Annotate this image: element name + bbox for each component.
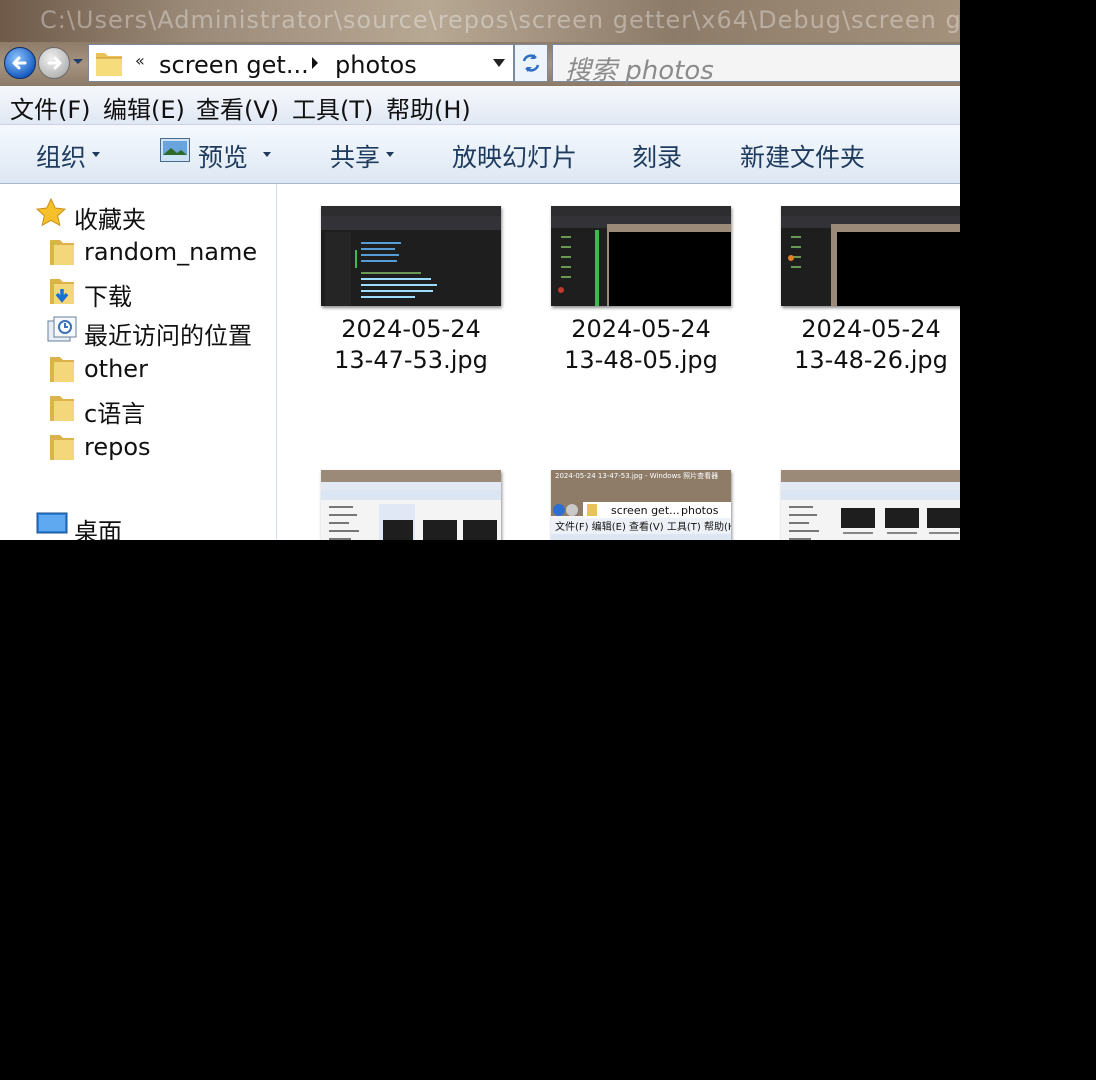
menu-tools[interactable]: 工具(T) [292,90,373,125]
menu-file[interactable]: 文件(F) [10,90,91,125]
file-thumbnail[interactable]: 2024-05-24 13-47-53.jpg - Windows 照片查看器 … [551,470,735,540]
folder-icon [50,357,74,382]
folder-icon [96,53,122,76]
search-box[interactable]: 搜索 photos [552,44,960,86]
code-editor-preview-icon [321,206,501,306]
file-thumbnail[interactable] [321,470,501,540]
breadcrumb-separator-icon[interactable] [311,57,319,69]
file-thumbnail[interactable] [321,206,501,306]
nav-item-c-language[interactable]: c语言 [84,394,145,429]
breadcrumb-screen-getter[interactable]: screen get... [159,51,309,79]
explorer-preview-icon [781,470,960,540]
file-list: 2024-05-24 13-47-53.jpg 2024-05-24 13-48… [277,184,960,540]
dark-window-preview-icon [551,206,731,306]
arrow-left-icon [12,56,27,70]
burn-button[interactable]: 刻录 [632,138,682,174]
back-button[interactable] [4,47,36,79]
overflow-chevron[interactable]: « [135,51,145,70]
nav-item-downloads[interactable]: 下载 [84,277,132,312]
slideshow-button[interactable]: 放映幻灯片 [452,138,577,174]
preview-button[interactable]: 预览 [198,138,248,174]
file-thumbnail[interactable] [551,206,731,306]
refresh-icon [522,54,540,72]
chevron-down-icon[interactable] [92,152,100,157]
recent-places-icon [47,316,77,342]
nav-item-recent-places[interactable]: 最近访问的位置 [84,316,252,351]
new-folder-button[interactable]: 新建文件夹 [740,138,865,174]
photo-viewer-preview-icon: 2024-05-24 13-47-53.jpg - Windows 照片查看器 … [551,470,735,540]
file-thumbnail[interactable] [781,206,960,306]
chevron-down-icon[interactable] [263,152,271,157]
breadcrumb-photos[interactable]: photos [335,51,417,79]
file-time: 13-48-05.jpg [564,346,718,374]
address-bar[interactable]: « screen get... photos [88,44,514,82]
file-thumbnail[interactable] [781,470,960,540]
file-date: 2024-05-24 [571,315,711,343]
nav-item-random-name[interactable]: random_name [84,238,257,266]
navigation-pane: 收藏夹 random_name 下载 最近访问的位置 other c语言 rep… [0,184,277,540]
title-bar: C:\Users\Administrator\source\repos\scre… [0,0,960,42]
chevron-down-icon[interactable] [386,152,394,157]
download-folder-icon [50,279,74,304]
star-icon [36,198,66,227]
thumb-menu-bar: 文件(F) 编辑(E) 查看(V) 工具(T) 帮助(H [555,520,731,533]
menu-help[interactable]: 帮助(H) [386,90,471,125]
file-caption[interactable]: 2024-05-24 13-48-05.jpg [541,314,741,376]
history-dropdown-icon[interactable] [72,58,84,66]
menu-edit[interactable]: 编辑(E) [103,90,185,125]
window-title: C:\Users\Administrator\source\repos\scre… [40,6,960,34]
thumb-breadcrumb-1: screen get... [611,504,680,517]
folder-icon [50,435,74,460]
desktop-icon [36,512,68,534]
forward-button[interactable] [38,47,70,79]
nav-desktop[interactable]: 桌面 [74,512,122,540]
file-caption[interactable]: 2024-05-24 13-48-26.jpg [771,314,960,376]
menu-view[interactable]: 查看(V) [196,90,279,125]
thumb-window-title: 2024-05-24 13-47-53.jpg - Windows 照片查看器 [555,471,718,480]
explorer-window: C:\Users\Administrator\source\repos\scre… [0,0,960,540]
refresh-button[interactable] [514,44,548,82]
command-bar: 组织 预览 共享 放映幻灯片 刻录 新建文件夹 [0,125,960,184]
file-date: 2024-05-24 [341,315,481,343]
folder-icon [50,396,74,421]
organize-button[interactable]: 组织 [36,138,86,174]
nav-item-other[interactable]: other [84,355,148,383]
preview-image-icon [160,138,190,162]
chevron-down-icon[interactable] [493,59,505,67]
explorer-preview-icon [321,470,501,540]
thumb-breadcrumb-2: photos [681,504,719,517]
file-time: 13-47-53.jpg [334,346,488,374]
arrow-right-icon [47,56,62,70]
menu-bar: 文件(F) 编辑(E) 查看(V) 工具(T) 帮助(H) [0,86,960,125]
folder-icon [50,240,74,265]
file-caption[interactable]: 2024-05-24 13-47-53.jpg [311,314,511,376]
dark-window-preview-icon [781,206,960,306]
file-time: 13-48-26.jpg [794,346,948,374]
nav-favorites[interactable]: 收藏夹 [74,200,146,235]
navigation-bar: « screen get... photos 搜索 photos [0,42,960,86]
share-button[interactable]: 共享 [330,138,380,174]
search-placeholder: 搜索 photos [565,56,714,86]
file-date: 2024-05-24 [801,315,941,343]
nav-item-repos[interactable]: repos [84,433,151,461]
